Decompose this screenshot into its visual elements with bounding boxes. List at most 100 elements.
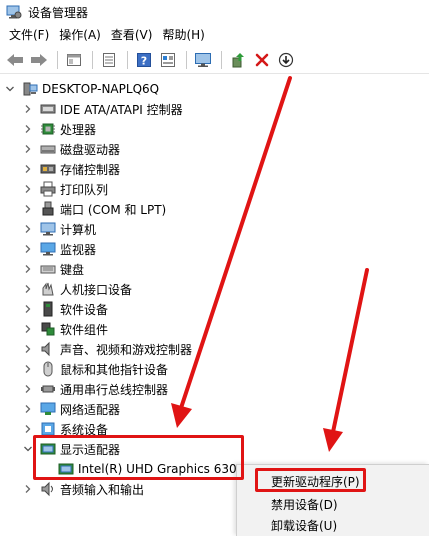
storage-controller-icon [40,161,56,177]
device-manager-icon [6,4,22,20]
list-icon[interactable] [98,49,120,71]
title-bar: 设备管理器 [0,0,429,24]
menu-view[interactable]: 查看(V) [106,25,158,45]
tree-category-item[interactable]: 监视器 [22,239,96,259]
tree-category-label: 人机接口设备 [60,282,133,297]
tree-category-item[interactable]: 声音、视频和游戏控制器 [22,339,192,359]
properties-icon[interactable] [63,49,85,71]
toolbar-separator [127,50,128,69]
hid-icon [40,281,56,297]
toolbar-separator [57,50,58,69]
tree-category-item[interactable]: 键盘 [22,259,84,279]
help-icon[interactable]: ? [133,49,155,71]
chevron-right-icon[interactable] [22,199,34,219]
tree-category-item[interactable]: 人机接口设备 [22,279,132,299]
tree-category-label: 鼠标和其他指针设备 [60,362,169,377]
menu-help[interactable]: 帮助(H) [157,25,209,45]
tree-category-label: 通用串行总线控制器 [60,382,169,397]
printer-icon [40,181,56,197]
back-icon[interactable] [4,49,26,71]
tree-category-item[interactable]: 软件组件 [22,319,108,339]
keyboard-icon [40,261,56,277]
tree-category-item[interactable]: 音频输入和输出 [22,479,144,499]
arrow-to-display-adapter [171,76,292,428]
menu-bar: 文件(F) 操作(A) 查看(V) 帮助(H) [0,24,429,46]
tree-root[interactable]: DESKTOP-NAPLQ6Q [4,79,159,99]
uninstall-icon[interactable] [251,49,273,71]
software-component-icon [40,321,56,337]
usb-icon [40,381,56,397]
forward-icon[interactable] [28,49,50,71]
chevron-right-icon[interactable] [22,379,34,399]
tree-category-item[interactable]: IDE ATA/ATAPI 控制器 [22,99,183,119]
tree-category-item[interactable]: 网络适配器 [22,399,120,419]
disk-drive-icon [40,141,56,157]
monitor-icon [40,241,56,257]
tree-category-item[interactable]: 存储控制器 [22,159,120,179]
tree-category-item[interactable]: 软件设备 [22,299,108,319]
tree-category-item[interactable]: 打印队列 [22,179,108,199]
tree-category-item[interactable]: 鼠标和其他指针设备 [22,359,168,379]
processor-icon [40,121,56,137]
toolbar-separator [186,50,187,69]
tree-root-label: DESKTOP-NAPLQ6Q [42,82,160,96]
tree-category-item[interactable]: 通用串行总线控制器 [22,379,168,399]
tree-category-label: 打印队列 [60,182,109,197]
tree-category-label: 键盘 [60,262,85,277]
chevron-right-icon[interactable] [22,399,34,419]
window-title: 设备管理器 [28,5,89,20]
software-device-icon [40,301,56,317]
svg-text:?: ? [141,54,147,67]
chevron-right-icon[interactable] [22,239,34,259]
computer-icon [40,221,56,237]
tree-category-label: 磁盘驱动器 [60,142,121,157]
update-driver-icon[interactable] [227,49,249,71]
chevron-right-icon[interactable] [22,179,34,199]
view-icon[interactable] [157,49,179,71]
ide-controller-icon [40,101,56,117]
tree-category-item[interactable]: 磁盘驱动器 [22,139,120,159]
toolbar-separator [221,50,222,69]
disable-device-menu-item[interactable]: 禁用设备(D) [271,495,338,515]
mouse-icon [40,361,56,377]
update-driver-highlight-box [255,468,366,492]
chevron-right-icon[interactable] [22,99,34,119]
menu-action[interactable]: 操作(A) [54,25,106,45]
tree-category-item[interactable]: 计算机 [22,219,96,239]
port-icon [40,201,56,217]
tree-category-label: 端口 (COM 和 LPT) [60,202,167,217]
chevron-right-icon[interactable] [22,119,34,139]
chevron-down-icon[interactable] [4,79,16,99]
chevron-right-icon[interactable] [22,479,34,499]
toolbar: ? [0,46,429,74]
chevron-right-icon[interactable] [22,159,34,179]
chevron-right-icon[interactable] [22,339,34,359]
network-icon [40,401,56,417]
audio-io-icon [40,481,56,497]
tree-category-label: 声音、视频和游戏控制器 [60,342,193,357]
chevron-right-icon[interactable] [22,219,34,239]
display-adapter-highlight-box [33,435,244,480]
chevron-right-icon[interactable] [22,259,34,279]
chevron-right-icon[interactable] [22,299,34,319]
toolbar-separator [92,50,93,69]
tree-category-label: 软件设备 [60,302,109,317]
sound-icon [40,341,56,357]
download-icon[interactable] [275,49,297,71]
chevron-right-icon[interactable] [22,139,34,159]
chevron-right-icon[interactable] [22,359,34,379]
menu-file[interactable]: 文件(F) [4,25,54,45]
tree-category-label: 网络适配器 [60,402,121,417]
tree-category-label: 计算机 [60,222,97,237]
uninstall-device-menu-item[interactable]: 卸载设备(U) [271,516,337,536]
tree-category-label: 音频输入和输出 [60,482,145,497]
chevron-right-icon[interactable] [22,319,34,339]
tree-category-label: 监视器 [60,242,97,257]
arrow-to-update-driver [323,268,369,452]
computer-root-icon [22,81,38,97]
tree-category-item[interactable]: 端口 (COM 和 LPT) [22,199,166,219]
tree-category-item[interactable]: 处理器 [22,119,96,139]
tree-category-label: 存储控制器 [60,162,121,177]
monitor-scan-icon[interactable] [192,49,214,71]
chevron-right-icon[interactable] [22,279,34,299]
